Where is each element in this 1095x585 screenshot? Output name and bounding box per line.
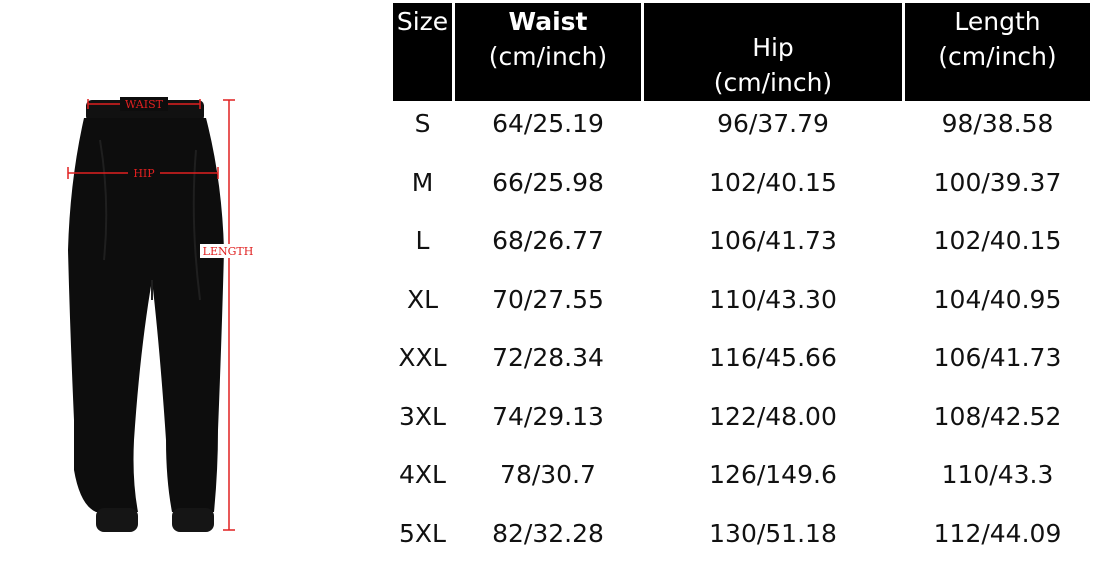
cell-size: 3XL [399,401,446,431]
cell-size: XL [406,284,439,314]
cell-waist: 74/29.13 [492,401,604,431]
header-length-label: Length [954,7,1041,36]
cell-size: M [411,167,434,197]
cell-length: 106/41.73 [933,343,1062,372]
cell-hip: 110/43.30 [709,284,837,314]
cell-hip: 106/41.73 [709,226,837,255]
cell-length: 108/42.52 [933,401,1062,431]
cell-size: 4XL [399,460,446,489]
cell-waist: 72/28.34 [492,343,604,372]
cell-length: 102/40.15 [933,226,1062,255]
cell-hip: 126/149.6 [709,460,837,489]
cell-hip: 102/40.15 [709,167,837,197]
cell-size: 5XL [399,518,446,548]
header-waist: Waist (cm/inch) [455,3,641,101]
header-waist-unit: (cm/inch) [488,42,608,71]
pants-shape [68,100,224,532]
cell-length: 100/39.37 [933,167,1062,197]
hip-label: HIP [133,167,155,180]
cell-hip: 122/48.00 [709,401,837,431]
cell-length: 98/38.58 [941,109,1054,138]
cell-length: 104/40.95 [933,284,1062,314]
header-size-label: Size [396,7,449,36]
cell-hip: 116/45.66 [709,343,837,372]
cell-waist: 82/32.28 [492,518,604,548]
header-size: Size [393,3,452,101]
header-waist-label: Waist [508,7,588,36]
cell-size: S [414,109,431,138]
header-hip-label: Hip [752,33,794,62]
cell-waist: 68/26.77 [492,226,604,255]
header-length: Length (cm/inch) [905,3,1090,101]
cell-waist: 66/25.98 [492,167,604,197]
waist-label: WAIST [125,98,164,111]
header-hip: Hip (cm/inch) [644,3,902,101]
cell-length: 112/44.09 [933,518,1062,548]
header-length-unit: (cm/inch) [938,42,1057,71]
cell-size: XXL [398,343,447,372]
pants-illustration: WAIST HIP LENGTH [67,97,256,532]
cell-length: 110/43.3 [941,460,1054,489]
cell-waist: 78/30.7 [500,460,596,489]
cell-hip: 96/37.79 [717,109,829,138]
length-label: LENGTH [203,245,254,258]
cell-size: L [415,226,430,255]
cell-waist: 64/25.19 [492,109,604,138]
cell-hip: 130/51.18 [709,518,837,548]
cell-waist: 70/27.55 [492,284,604,314]
